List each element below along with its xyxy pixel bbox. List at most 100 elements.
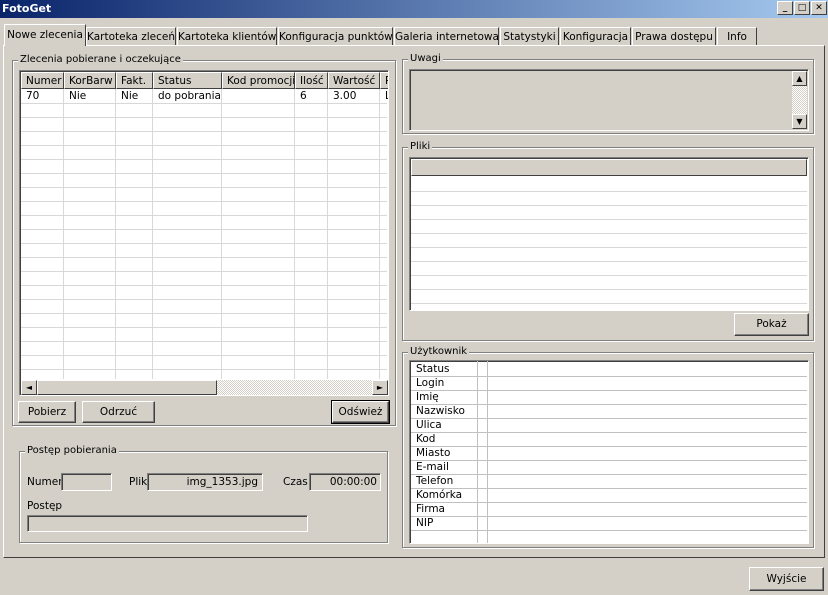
cell-ilosc: 6	[300, 90, 307, 102]
cell-numer: 70	[26, 90, 40, 102]
column-header-status[interactable]: Status	[153, 72, 222, 89]
orders-table[interactable]: Numer KorBarw Fakt. Status Kod promocji …	[19, 70, 389, 396]
tab-info[interactable]: Info	[717, 27, 757, 45]
tab-galeria-internetowa[interactable]: Galeria internetowa	[394, 27, 499, 45]
user-field-row[interactable]: Login	[411, 377, 807, 391]
cell-kod-promocji	[222, 90, 295, 104]
orders-row-divider	[21, 215, 387, 216]
column-header-p[interactable]: P	[380, 72, 388, 89]
orders-row-divider	[21, 369, 387, 370]
notes-textarea[interactable]: ▲ ▼	[409, 69, 809, 131]
window-title: FotoGet	[2, 2, 52, 15]
tab-kartoteka-zlecen[interactable]: Kartoteka zleceń	[86, 27, 176, 45]
orders-row-divider	[21, 145, 387, 146]
scroll-right-button[interactable]: ►	[372, 380, 388, 395]
user-field-label: NIP	[416, 517, 434, 529]
column-header-numer[interactable]: Numer	[21, 72, 64, 89]
user-field-row[interactable]: Status	[411, 363, 807, 377]
user-field-row[interactable]: Ulica	[411, 419, 807, 433]
tab-nowe-zlecenia[interactable]: Nowe zlecenia	[4, 24, 86, 46]
file-label: Plik	[129, 476, 148, 488]
tab-prawa-dostepu[interactable]: Prawa dostępu	[632, 27, 716, 45]
orders-column-divider	[327, 89, 328, 379]
maximize-button[interactable]: □	[794, 1, 810, 15]
user-field-row[interactable]: E-mail	[411, 461, 807, 475]
user-field-label: Nazwisko	[416, 405, 465, 417]
user-field-row[interactable]: Miasto	[411, 447, 807, 461]
orders-row-divider	[21, 173, 387, 174]
notes-scroll-up-button[interactable]: ▲	[792, 71, 807, 86]
files-row-divider	[411, 219, 807, 220]
notes-scroll-down-button[interactable]: ▼	[792, 114, 807, 129]
user-field-label: Telefon	[416, 475, 454, 487]
orders-row-divider	[21, 341, 387, 342]
files-row-divider	[411, 191, 807, 192]
orders-column-divider	[379, 89, 380, 379]
user-field-row[interactable]: Kod	[411, 433, 807, 447]
orders-row-divider	[21, 313, 387, 314]
scroll-left-button[interactable]: ◄	[21, 380, 37, 395]
files-group-title: Pliki	[408, 141, 433, 152]
user-field-row[interactable]: Imię	[411, 391, 807, 405]
orders-hscroll-thumb[interactable]	[37, 380, 217, 395]
files-row-divider	[411, 275, 807, 276]
orders-row-divider	[21, 355, 387, 356]
user-field-label: E-mail	[416, 461, 449, 473]
show-file-button[interactable]: Pokaż	[734, 313, 809, 336]
cell-p: L	[380, 90, 388, 104]
user-field-label: Imię	[416, 391, 439, 403]
column-header-fakt[interactable]: Fakt.	[116, 72, 153, 89]
files-list[interactable]	[409, 157, 809, 311]
user-field-label: Ulica	[416, 419, 442, 431]
time-value: 00:00:00	[329, 476, 377, 488]
orders-row-divider	[21, 201, 387, 202]
refresh-button[interactable]: Odśwież	[331, 400, 390, 424]
orders-row-divider	[21, 159, 387, 160]
cell-korbarw: Nie	[69, 90, 87, 102]
orders-row-divider	[21, 243, 387, 244]
column-header-ilosc[interactable]: Ilość	[295, 72, 328, 89]
orders-row-divider	[21, 103, 387, 104]
files-row-divider	[411, 205, 807, 206]
orders-row-divider	[21, 299, 387, 300]
tab-statystyki[interactable]: Statystyki	[500, 27, 559, 45]
notes-group-title: Uwagi	[408, 53, 443, 64]
tab-kartoteka-klientow[interactable]: Kartoteka klientów	[177, 27, 277, 45]
column-header-korbarw[interactable]: KorBarw	[64, 72, 116, 89]
user-field-label: Firma	[416, 503, 445, 515]
tab-konfiguracja[interactable]: Konfiguracja	[560, 27, 631, 45]
progress-group-title: Postęp pobierania	[25, 445, 119, 456]
minimize-button[interactable]: _	[777, 1, 793, 15]
user-group-title: Użytkownik	[408, 346, 470, 357]
orders-column-divider	[63, 89, 64, 379]
column-header-wartosc[interactable]: Wartość	[328, 72, 380, 89]
title-bar[interactable]: FotoGet _ □ ✕	[0, 0, 828, 18]
files-row-divider	[411, 289, 807, 290]
tab-konfiguracja-punktow[interactable]: Konfiguracja punktów	[278, 27, 393, 45]
reject-button[interactable]: Odrzuć	[82, 401, 155, 423]
cell-wartosc: 3.00	[333, 90, 357, 102]
progress-bar	[27, 515, 308, 532]
progress-label: Postęp	[27, 500, 63, 512]
user-field-row[interactable]: Telefon	[411, 475, 807, 489]
orders-row-divider	[21, 271, 387, 272]
user-field-row[interactable]: Firma	[411, 503, 807, 517]
user-field-row[interactable]: Komórka	[411, 489, 807, 503]
files-row-divider	[411, 261, 807, 262]
orders-row-divider	[21, 257, 387, 258]
user-field-label: Kod	[416, 433, 436, 445]
close-button[interactable]: ✕	[811, 1, 827, 15]
file-field: img_1353.jpg	[147, 473, 263, 491]
user-row-divider	[411, 530, 807, 531]
user-details-grid[interactable]: Status Login Imię Nazwisko Ulica Kod Miasto E-m…	[409, 360, 809, 544]
user-field-row[interactable]: NIP	[411, 517, 807, 531]
column-header-kod-promocji[interactable]: Kod promocji	[222, 72, 295, 89]
number-label: Numer	[27, 476, 63, 488]
exit-button[interactable]: Wyjście	[749, 567, 824, 591]
orders-row-divider	[21, 229, 387, 230]
user-field-row[interactable]: Nazwisko	[411, 405, 807, 419]
files-list-header	[411, 159, 807, 176]
orders-column-divider	[115, 89, 116, 379]
orders-row-divider	[21, 187, 387, 188]
download-button[interactable]: Pobierz	[18, 401, 76, 423]
